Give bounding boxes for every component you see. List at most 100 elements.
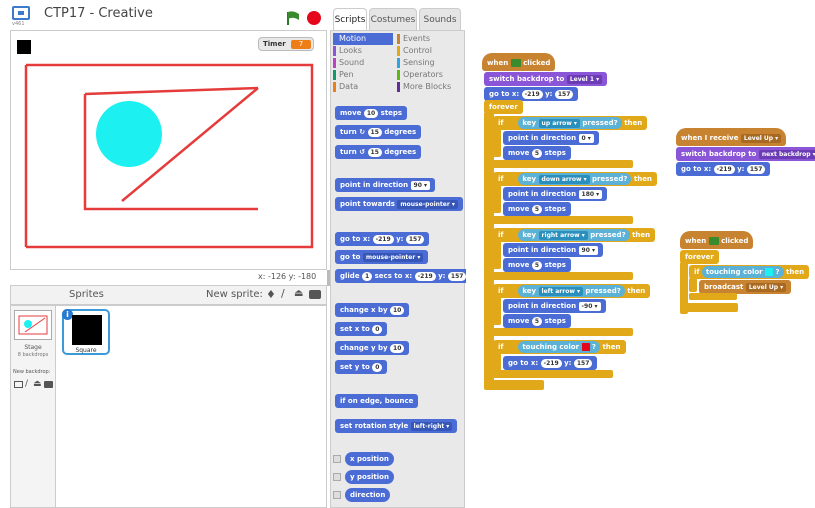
block-turn-right[interactable]: turn ↻ 15 degrees: [335, 125, 422, 139]
stop-icon[interactable]: [307, 11, 321, 25]
block-glide[interactable]: glide 1 secs to x: -219 y: 157: [335, 269, 472, 283]
block-input[interactable]: 15: [367, 127, 382, 137]
block-move[interactable]: move 10 steps: [335, 106, 408, 120]
block-dropdown[interactable]: 0 ▾: [578, 133, 594, 143]
block-input[interactable]: 1: [362, 271, 373, 281]
block-dropdown[interactable]: down arrow ▾: [538, 174, 590, 184]
block-switch-backdrop[interactable]: switch backdrop to Level 1 ▾: [484, 72, 608, 86]
block-input[interactable]: 10: [390, 305, 405, 315]
block-input[interactable]: -219: [521, 89, 543, 99]
category-motion[interactable]: Motion: [333, 33, 393, 45]
block-input[interactable]: 15: [367, 147, 382, 157]
block-move[interactable]: move 5 steps: [503, 258, 571, 272]
sensing-touching-color[interactable]: touching color ?: [701, 266, 784, 278]
backdrop-library-icon[interactable]: [14, 381, 23, 388]
hat-block[interactable]: when clicked: [680, 231, 754, 249]
block-dropdown[interactable]: -90 ▾: [578, 301, 601, 311]
block-goto-xy[interactable]: go to x: -219 y: 157: [484, 87, 579, 101]
hat-block[interactable]: when I receive Level Up ▾: [676, 128, 787, 146]
category-events[interactable]: Events: [397, 33, 457, 45]
block-input[interactable]: 157: [554, 89, 574, 99]
hat-block[interactable]: when clicked: [482, 53, 556, 71]
block-point-direction[interactable]: point in direction 90 ▾: [503, 243, 603, 257]
block-dropdown[interactable]: 180 ▾: [578, 189, 603, 199]
paint-backdrop-icon[interactable]: /: [25, 379, 28, 389]
category-operators[interactable]: Operators: [397, 69, 457, 81]
block-point-direction[interactable]: point in direction -90 ▾: [503, 299, 606, 313]
block-if-key[interactable]: if key down arrow ▾ pressed? then: [493, 172, 657, 186]
block-goto-xy[interactable]: go to x: -219 y: 157: [676, 162, 771, 176]
block-input[interactable]: 157: [746, 164, 766, 174]
block-if-touching[interactable]: if touching color ? then: [689, 265, 810, 279]
reporter-x-position[interactable]: x position: [345, 452, 394, 466]
block-change-x[interactable]: change x by 10: [335, 303, 410, 317]
block-if-touching[interactable]: if touching color ? then: [493, 340, 626, 354]
category-sensing[interactable]: Sensing: [397, 57, 457, 69]
block-input[interactable]: 10: [363, 108, 379, 118]
color-swatch-red[interactable]: [581, 343, 590, 351]
category-more-blocks[interactable]: More Blocks: [397, 81, 457, 93]
sensing-key-pressed[interactable]: key left arrow ▾ pressed?: [518, 285, 625, 297]
block-dropdown[interactable]: Level Up ▾: [745, 282, 787, 292]
block-move[interactable]: move 5 steps: [503, 202, 571, 216]
block-dropdown[interactable]: next backdrop ▾: [758, 149, 815, 159]
block-point-direction[interactable]: point in direction 90 ▾: [335, 178, 435, 192]
block-if-key[interactable]: if key right arrow ▾ pressed? then: [493, 228, 656, 242]
block-if-key[interactable]: if key up arrow ▾ pressed? then: [493, 116, 648, 130]
block-broadcast[interactable]: broadcast Level Up ▾: [699, 280, 792, 294]
block-turn-left[interactable]: turn ↺ 15 degrees: [335, 145, 422, 159]
fullscreen-icon[interactable]: [12, 6, 30, 20]
block-move[interactable]: move 5 steps: [503, 314, 571, 328]
block-point-towards[interactable]: point towards mouse-pointer ▾: [335, 197, 463, 211]
block-dropdown[interactable]: Level 1 ▾: [566, 74, 603, 84]
block-input[interactable]: -219: [713, 164, 735, 174]
block-input[interactable]: -219: [414, 271, 436, 281]
block-bounce[interactable]: if on edge, bounce: [335, 394, 419, 408]
block-input[interactable]: 5: [531, 204, 543, 214]
block-dropdown[interactable]: left-right ▾: [410, 421, 453, 431]
block-input[interactable]: 5: [531, 316, 543, 326]
reporter-y-position[interactable]: y position: [345, 470, 394, 484]
paint-sprite-icon[interactable]: /: [281, 287, 285, 300]
reporter-checkbox[interactable]: [333, 455, 341, 463]
block-switch-backdrop[interactable]: switch backdrop to next backdrop ▾: [676, 147, 815, 161]
upload-sprite-icon[interactable]: ⏏: [294, 288, 303, 299]
block-dropdown[interactable]: mouse-pointer ▾: [397, 199, 458, 209]
sprite-library-icon[interactable]: ♦: [266, 288, 276, 301]
block-dropdown[interactable]: mouse-pointer ▾: [362, 252, 424, 262]
tab-scripts[interactable]: Scripts: [333, 8, 367, 30]
category-sound[interactable]: Sound: [333, 57, 393, 69]
sensing-key-pressed[interactable]: key down arrow ▾ pressed?: [518, 173, 632, 185]
block-rotation-style[interactable]: set rotation style left-right ▾: [335, 419, 458, 433]
block-point-direction[interactable]: point in direction 180 ▾: [503, 187, 608, 201]
green-flag-icon[interactable]: [286, 10, 300, 25]
block-dropdown[interactable]: 90 ▾: [410, 180, 430, 190]
block-set-y[interactable]: set y to 0: [335, 360, 388, 374]
block-input[interactable]: 157: [447, 271, 467, 281]
block-goto-xy[interactable]: go to x: -219 y: 157: [503, 356, 598, 370]
block-goto-xy[interactable]: go to x: -219 y: 157: [335, 232, 430, 246]
block-set-x[interactable]: set x to 0: [335, 322, 388, 336]
color-swatch-cyan[interactable]: [765, 268, 774, 276]
category-data[interactable]: Data: [333, 81, 393, 93]
category-pen[interactable]: Pen: [333, 69, 393, 81]
timer-monitor[interactable]: Timer 7: [258, 37, 314, 51]
block-input[interactable]: -219: [540, 358, 562, 368]
reporter-checkbox[interactable]: [333, 491, 341, 499]
sensing-key-pressed[interactable]: key right arrow ▾ pressed?: [518, 229, 630, 241]
stage-thumbnail[interactable]: [14, 310, 52, 340]
tab-sounds[interactable]: Sounds: [419, 8, 461, 30]
sprite-tile-square[interactable]: i Square: [62, 309, 110, 355]
block-input[interactable]: 10: [390, 343, 405, 353]
stage[interactable]: Timer 7: [10, 30, 327, 270]
block-dropdown[interactable]: Level Up ▾: [740, 133, 782, 143]
block-change-y[interactable]: change y by 10: [335, 341, 410, 355]
sensing-key-pressed[interactable]: key up arrow ▾ pressed?: [518, 117, 622, 129]
block-input[interactable]: -219: [372, 234, 394, 244]
block-dropdown[interactable]: up arrow ▾: [538, 118, 580, 128]
block-goto[interactable]: go to mouse-pointer ▾: [335, 250, 429, 264]
category-looks[interactable]: Looks: [333, 45, 393, 57]
block-point-direction[interactable]: point in direction 0 ▾: [503, 131, 599, 145]
block-dropdown[interactable]: right arrow ▾: [538, 230, 588, 240]
block-move[interactable]: move 5 steps: [503, 146, 571, 160]
